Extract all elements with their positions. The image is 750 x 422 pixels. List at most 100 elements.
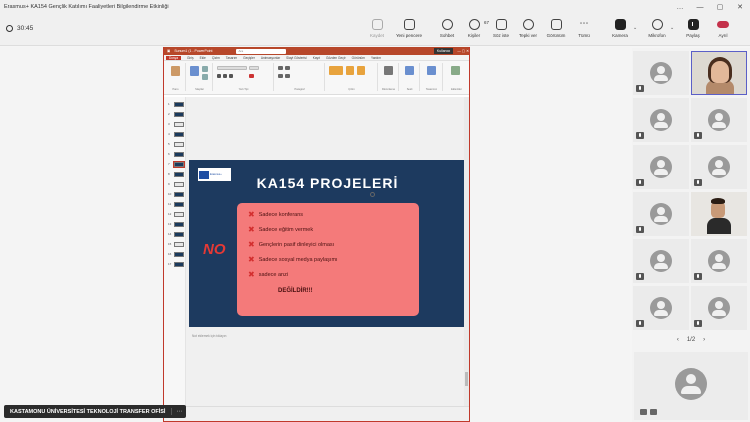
- participant-tile[interactable]: [691, 239, 747, 283]
- participant-tile[interactable]: [633, 51, 689, 95]
- ppt-save-icon[interactable]: ▣: [167, 49, 170, 53]
- participant-tile[interactable]: [633, 145, 689, 189]
- thumbnail-preview: [174, 251, 184, 257]
- participant-tile[interactable]: [633, 286, 689, 330]
- arrange-icon[interactable]: [346, 66, 354, 75]
- align-center-icon[interactable]: [285, 74, 290, 78]
- participant-tile-video[interactable]: [691, 192, 747, 236]
- participant-tile[interactable]: [691, 286, 747, 330]
- slide-thumbnail[interactable]: 15: [168, 241, 184, 247]
- slide-editor[interactable]: Erasmus+ KA154 PROJELERİ NO ✖ Sadece konf…: [186, 97, 466, 407]
- microphone-button[interactable]: Mikrofon: [640, 17, 674, 45]
- close-button[interactable]: ✕: [730, 3, 750, 11]
- microphone-options-chevron-icon[interactable]: ⌄: [670, 25, 674, 31]
- bold-icon[interactable]: [217, 74, 221, 78]
- ppt-tab-record[interactable]: Kayıt: [313, 56, 320, 60]
- participant-tile[interactable]: [633, 192, 689, 236]
- dictate-icon[interactable]: [405, 66, 414, 75]
- ppt-tab-help[interactable]: Yardım: [371, 56, 381, 60]
- bullets-icon[interactable]: [278, 66, 283, 70]
- slide-thumbnail[interactable]: 1: [168, 101, 184, 107]
- underline-icon[interactable]: [229, 74, 233, 78]
- presenter-name: KASTAMONU ÜNİVERSİTESİ TEKNOLOJİ TRANSFE…: [10, 408, 166, 415]
- ppt-window-controls[interactable]: — ▢ ✕: [457, 49, 469, 53]
- ppt-tab-draw[interactable]: Çizim: [212, 56, 220, 60]
- reset-icon[interactable]: [202, 74, 208, 80]
- current-slide[interactable]: Erasmus+ KA154 PROJELERİ NO ✖ Sadece konf…: [189, 160, 466, 327]
- camera-button[interactable]: Kamera: [603, 17, 637, 45]
- slide-thumbnail[interactable]: 8: [168, 171, 184, 177]
- new-window-button[interactable]: Yeni pencere: [392, 17, 426, 45]
- ppt-tab-animations[interactable]: Animasyonlar: [261, 56, 280, 60]
- slide-thumbnail[interactable]: 6: [168, 151, 184, 157]
- align-left-icon[interactable]: [278, 74, 283, 78]
- ppt-tab-home[interactable]: Giriş: [187, 56, 194, 60]
- ppt-tab-transitions[interactable]: Geçişler: [243, 56, 255, 60]
- more-options-icon[interactable]: …: [670, 4, 690, 11]
- cross-icon: ✖: [248, 224, 255, 234]
- notes-pane[interactable]: Not eklemek için tıklayın: [186, 331, 466, 341]
- participant-tile[interactable]: [691, 145, 747, 189]
- ppt-user-badge[interactable]: Kullanıcı: [433, 48, 454, 54]
- editor-scrollbar[interactable]: [464, 97, 469, 407]
- slide-thumbnail[interactable]: 17: [168, 261, 184, 267]
- slide-thumbnail[interactable]: 12: [168, 211, 184, 217]
- participant-tile[interactable]: [691, 98, 747, 142]
- ppt-tab-review[interactable]: Gözden Geçir: [326, 56, 346, 60]
- numbering-icon[interactable]: [285, 66, 290, 70]
- slide-thumbnail-selected[interactable]: 7: [168, 160, 185, 168]
- share-button[interactable]: Paylaş: [678, 17, 708, 45]
- slide-thumbnail[interactable]: 3: [168, 121, 184, 127]
- ppt-tab-file[interactable]: Dosya: [166, 55, 182, 60]
- slide-thumbnail[interactable]: 4: [168, 131, 184, 137]
- video-off-icon[interactable]: [640, 409, 647, 415]
- shapes-icon[interactable]: [329, 66, 343, 75]
- font-color-icon[interactable]: [249, 74, 254, 78]
- font-size-select[interactable]: [249, 66, 259, 70]
- slide-thumbnail[interactable]: 5: [168, 141, 184, 147]
- slide-thumbnail[interactable]: 11: [168, 201, 184, 207]
- scrollbar-thumb[interactable]: [465, 372, 468, 386]
- leave-button[interactable]: Ayrıl: [708, 17, 738, 45]
- find-icon[interactable]: [384, 66, 393, 75]
- ppt-tab-insert[interactable]: Ekle: [200, 56, 206, 60]
- addins-icon[interactable]: [451, 66, 460, 75]
- self-view-controls: [640, 409, 657, 415]
- participant-tile[interactable]: [633, 239, 689, 283]
- self-view-tile[interactable]: [634, 352, 748, 420]
- minimize-button[interactable]: —: [690, 4, 710, 11]
- maximize-button[interactable]: ▢: [710, 3, 730, 11]
- participant-tile[interactable]: [633, 98, 689, 142]
- slide-thumbnail[interactable]: 2: [168, 111, 184, 117]
- slide-thumbnail[interactable]: 9: [168, 181, 184, 187]
- mic-muted-icon[interactable]: [650, 409, 657, 415]
- thumbnail-preview: [174, 191, 184, 197]
- presenter-more-icon[interactable]: ⋯: [171, 408, 186, 415]
- ppt-tab-design[interactable]: Tasarım: [226, 56, 237, 60]
- ppt-search-input[interactable]: Ara: [236, 48, 287, 54]
- slide-thumbnail[interactable]: 13: [168, 221, 184, 227]
- slide-thumbnail[interactable]: 16: [168, 251, 184, 257]
- new-slide-icon[interactable]: [190, 66, 199, 76]
- mic-muted-icon: [636, 273, 644, 280]
- more-button[interactable]: ⋯ Tümü: [567, 17, 601, 45]
- ppt-tab-slideshow[interactable]: Slayt Gösterisi: [286, 56, 307, 60]
- gallery-next-button[interactable]: ›: [703, 337, 705, 343]
- camera-options-chevron-icon[interactable]: ⌄: [633, 25, 637, 31]
- slide-thumbnail[interactable]: 10: [168, 191, 184, 197]
- layout-icon[interactable]: [202, 66, 208, 72]
- designer-icon[interactable]: [427, 66, 436, 75]
- participant-gallery: ‹ 1/2 ›: [632, 48, 750, 422]
- participant-video: [711, 61, 729, 83]
- slide-thumbnail[interactable]: 14: [168, 231, 184, 237]
- save-button[interactable]: Kaydet: [360, 17, 394, 45]
- italic-icon[interactable]: [223, 74, 227, 78]
- quick-styles-icon[interactable]: [357, 66, 365, 75]
- thumbnail-preview: [174, 171, 184, 177]
- paste-icon[interactable]: [171, 66, 180, 76]
- font-name-select[interactable]: [217, 66, 247, 70]
- gallery-prev-button[interactable]: ‹: [677, 337, 679, 343]
- avatar-icon: [650, 297, 672, 319]
- ppt-tab-view[interactable]: Görünüm: [352, 56, 365, 60]
- participant-tile-video[interactable]: [691, 51, 747, 95]
